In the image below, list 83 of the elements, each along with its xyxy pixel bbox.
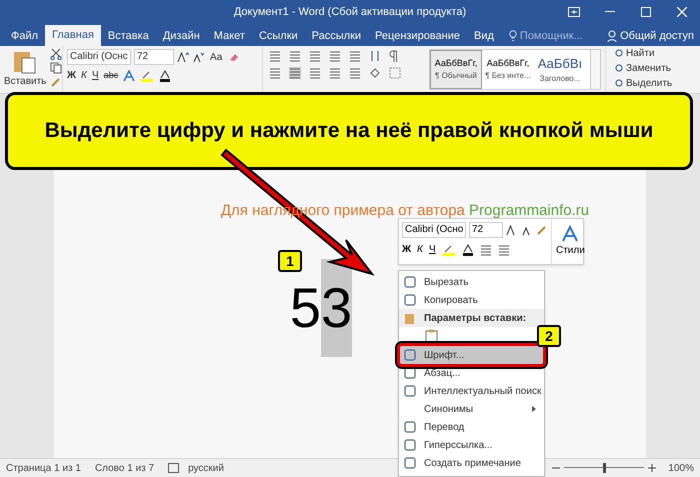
shrink-font-icon[interactable] <box>192 51 204 63</box>
zoom-slider-thumb[interactable] <box>602 463 606 473</box>
menu-item[interactable]: Перевод <box>399 418 544 436</box>
highlight-icon[interactable] <box>442 244 456 256</box>
proofing-icon[interactable] <box>168 462 180 474</box>
select-button[interactable]: Выделить <box>614 76 672 91</box>
borders-icon[interactable] <box>389 67 401 79</box>
highlight-icon[interactable] <box>140 70 154 82</box>
zoom-level[interactable]: 100% <box>668 460 694 476</box>
menu-item[interactable]: Интеллектуальный поиск <box>399 382 544 400</box>
menu-item[interactable]: Абзац... <box>399 364 544 382</box>
text-effects-icon[interactable] <box>123 70 136 82</box>
style-item[interactable]: АаБбВвГг, ¶ Без инте... <box>482 50 534 89</box>
pilcrow-icon[interactable] <box>389 50 398 62</box>
brush-icon[interactable] <box>50 76 62 88</box>
menu-item[interactable]: Создать примечание <box>399 454 544 472</box>
change-case-button[interactable]: Аа <box>207 50 226 64</box>
font-color-icon[interactable] <box>462 244 474 256</box>
underline-button[interactable]: Ч <box>428 242 436 257</box>
menu-item[interactable]: Синонимы <box>399 400 544 418</box>
line-spacing-icon[interactable] <box>349 67 361 79</box>
italic-button[interactable]: К <box>81 68 87 83</box>
grow-font-icon[interactable] <box>177 51 189 63</box>
person-icon <box>607 30 618 42</box>
submenu-caret-icon <box>532 406 536 412</box>
zoom-in-icon[interactable] <box>648 464 656 472</box>
align-left-icon[interactable] <box>269 67 281 79</box>
menu-item[interactable]: Копировать <box>399 291 544 309</box>
gallery-scrollbar[interactable] <box>590 50 600 89</box>
ribbon-tab[interactable]: Рассылки <box>304 26 368 46</box>
underline-button[interactable]: Ч <box>92 68 99 83</box>
find-button[interactable]: Найти <box>614 46 672 61</box>
ribbon-tab[interactable]: Вставка <box>100 26 156 46</box>
align-center-icon[interactable] <box>289 67 301 79</box>
bold-button[interactable]: Ж <box>67 68 76 83</box>
shading-icon[interactable] <box>369 67 381 79</box>
decrease-indent-icon[interactable] <box>329 50 341 62</box>
sort-icon[interactable] <box>369 50 381 62</box>
font-size-field[interactable]: 72 <box>469 222 503 238</box>
page-count[interactable]: Страница 1 из 1 <box>6 460 81 476</box>
replace-button[interactable]: Заменить <box>614 61 672 76</box>
instruction-banner: Выделите цифру и нажмите на неё правой кнопкой мыши <box>5 92 693 170</box>
numbering-icon[interactable] <box>498 244 510 256</box>
ribbon-tab[interactable]: Макет <box>206 26 252 46</box>
bullets-icon[interactable] <box>480 244 492 256</box>
strikethrough-button[interactable]: abc <box>104 68 118 82</box>
ribbon-tab[interactable]: Дизайн <box>156 26 207 46</box>
styles-button[interactable]: Стили <box>551 219 589 264</box>
ribbon-tab[interactable]: Вид <box>467 26 501 46</box>
ribbon-tab[interactable]: Файл <box>4 26 46 46</box>
help-search-field[interactable]: Помощник... <box>520 28 584 44</box>
word-count[interactable]: Слово 1 из 7 <box>94 460 154 476</box>
lightbulb-icon <box>508 30 517 42</box>
menu-item[interactable]: Гиперссылка... <box>399 436 544 454</box>
font-name-field[interactable]: Calibri (Оснс <box>67 49 131 65</box>
align-right-icon[interactable] <box>309 67 321 79</box>
italic-button[interactable]: К <box>417 242 423 257</box>
style-item[interactable]: АаБбВı Заголово... <box>534 50 586 89</box>
step-badge: 2 <box>537 325 561 347</box>
menu-item[interactable]: Шрифт... <box>399 346 544 364</box>
multilevel-list-icon[interactable] <box>309 50 321 62</box>
ribbon-tab[interactable]: Рецензирование <box>368 26 467 46</box>
clipboard-icon <box>404 312 416 324</box>
share-button[interactable]: Общий доступ <box>607 28 694 44</box>
styles-icon <box>561 225 580 243</box>
justify-icon[interactable] <box>329 67 341 79</box>
bold-button[interactable]: Ж <box>402 242 412 257</box>
bullets-icon[interactable] <box>269 50 281 62</box>
window-title: Документ1 - Word (Сбой активации продукта) <box>234 4 466 20</box>
zoom-slider[interactable] <box>564 463 644 473</box>
style-item[interactable]: АаБбВвГг, ¶ Обычный <box>430 50 482 89</box>
ribbon-tab[interactable]: Ссылки <box>252 26 305 46</box>
font-size-field[interactable]: 72 <box>134 49 174 65</box>
menu-section-header: Параметры вставки: <box>399 309 544 327</box>
language-label[interactable]: русский <box>188 460 224 476</box>
increase-indent-icon[interactable] <box>349 50 361 62</box>
paste-button[interactable]: Вставить <box>4 48 46 93</box>
numbering-icon[interactable] <box>289 50 301 62</box>
font-color-icon[interactable] <box>159 70 172 82</box>
ribbon-tab[interactable]: Главная <box>45 25 101 46</box>
menu-item[interactable]: Вырезать <box>399 273 544 291</box>
font-name-field[interactable]: Calibri (Осно <box>402 222 466 238</box>
eraser-icon[interactable] <box>228 51 240 63</box>
